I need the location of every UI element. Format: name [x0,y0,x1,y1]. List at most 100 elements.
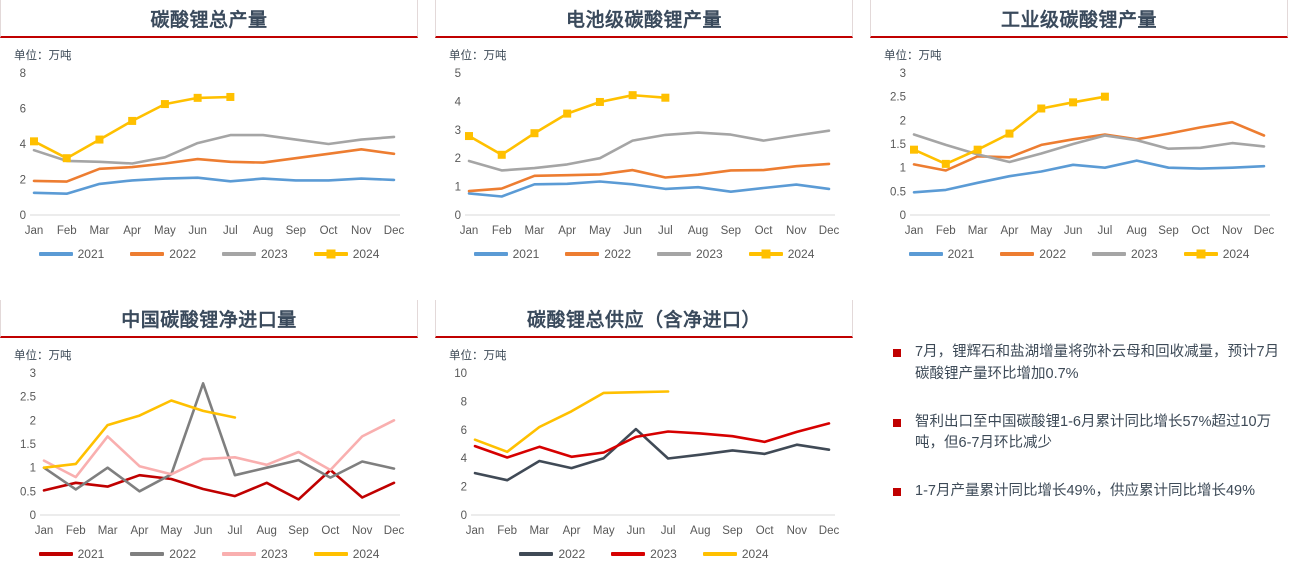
legend-item-2022[interactable]: 2022 [565,247,631,261]
x-axis-tick-label: Apr [131,525,149,537]
legend-item-2024[interactable]: 2024 [1183,247,1249,261]
x-axis-tick-label: Mar [98,525,118,537]
legend-color-swatch [38,252,73,256]
chart-legend: 2021 2022 2023 2024 [435,247,853,261]
x-axis-tick-label: Jun [627,525,646,537]
legend-item-2021[interactable]: 2021 [38,247,104,261]
legend-item-2023[interactable]: 2023 [222,547,288,561]
x-axis-tick-label: Nov [352,525,373,537]
chart-unit-label: 单位：万吨 [14,350,72,362]
x-axis-tick-label: Apr [1001,225,1019,237]
bullet-text: 1-7月产量累计同比增长49%，供应累计同比增长49% [915,483,1255,499]
legend-item-2021[interactable]: 2021 [473,247,539,261]
y-axis-tick-label: 6 [20,104,26,116]
legend-item-2023[interactable]: 2023 [1092,247,1158,261]
bullet-square-icon [893,349,901,357]
legend-item-2021[interactable]: 2021 [38,547,104,561]
series-marker-2024 [910,145,918,154]
legend-label: 2022 [169,547,196,561]
legend-label: 2022 [1039,247,1066,261]
x-axis-tick-label: Apr [563,525,581,537]
legend-marker-icon [1196,249,1206,259]
chart-plot-area: 0 2 4 6 8 Jan Feb Mar Apr May Jun Jul Aug Sep Oct Nov De… [0,67,418,245]
legend-marker-icon [326,249,336,259]
series-line-2024 [467,93,667,157]
x-axis-tick-label: Feb [66,525,86,537]
y-axis-tick-label: 0.5 [890,186,906,198]
chart-unit-label: 单位：万吨 [14,50,72,62]
legend-item-2021[interactable]: 2021 [908,247,975,261]
x-axis-tick-label: Mar [90,225,110,237]
y-axis-tick-label: 8 [20,68,26,80]
legend-label: 2022 [169,247,196,261]
x-axis-tick-label: Jan [35,525,54,537]
legend-color-swatch [1183,249,1218,259]
bullet-text: 7月，锂辉石和盐湖增量将弥补云母和回收减量，预计7月碳酸锂产量环比增加0.7% [915,344,1280,382]
legend-color-swatch [222,552,256,556]
x-axis-tick-label: Jul [1098,225,1113,237]
series-marker-2024 [128,116,137,125]
chart-unit-label: 单位：万吨 [449,350,507,362]
legend-label: 2023 [696,247,723,261]
x-axis-tick-label: Aug [256,525,276,537]
legend-color-swatch [657,252,691,256]
legend-label: 2022 [604,247,631,261]
series-line-2021 [467,180,831,198]
chart-panel-battery-grade-output: 电池级碳酸锂产量 单位：万吨 0 1 2 3 4 5 Jan Feb Mar Apr May Jun Jul… [435,0,853,261]
x-axis-tick-label: Oct [320,225,339,237]
chart-plot-area: 0 2 4 6 8 10 Jan Feb Mar Apr May Jun Jul Aug Sep Oct Nov… [435,367,853,545]
x-axis-tick-label: Sep [722,525,742,537]
legend-item-2023[interactable]: 2023 [657,247,723,261]
legend-color-swatch [313,249,348,259]
legend-label: 2024 [352,547,380,561]
y-axis-tick-label: 3 [455,125,461,137]
legend-item-2024[interactable]: 2024 [748,247,815,261]
legend-item-2024[interactable]: 2024 [313,247,380,261]
x-axis-tick-label: Sep [1158,225,1178,237]
legend-color-swatch [1000,252,1035,256]
legend-color-swatch [565,252,600,256]
x-axis-tick-label: May [154,225,176,237]
legend-label: 2021 [947,247,975,261]
x-axis-tick-label: May [1030,225,1052,237]
x-axis-tick-label: Nov [351,225,372,237]
legend-item-2024[interactable]: 2024 [313,547,380,561]
legend-item-2024[interactable]: 2024 [702,547,769,561]
series-line-2021 [912,159,1266,194]
legend-color-swatch [519,552,554,556]
x-axis-tick-label: Jun [188,225,207,237]
legend-color-swatch [313,552,348,556]
legend-item-2023[interactable]: 2023 [222,247,288,261]
legend-marker-icon [761,249,771,259]
x-axis-tick-label: Oct [755,225,774,237]
series-line-2024 [473,390,670,454]
x-axis-tick-label: Jun [623,225,642,237]
legend-item-2022[interactable]: 2022 [130,547,196,561]
legend-item-2022[interactable]: 2022 [519,547,585,561]
series-marker-2024 [95,135,104,144]
y-axis-tick-label: 10 [454,368,467,380]
legend-label: 2024 [787,247,815,261]
x-axis-tick-label: Dec [384,525,405,537]
legend-label: 2024 [352,247,380,261]
series-line-2022 [32,148,396,183]
chart-plot-area: 0 0.5 1 1.5 2 2.5 3 Jan Feb Mar Apr May Jun Jul Aug Sep… [0,367,418,545]
chart-legend: 2021 2022 2023 2024 [0,547,418,561]
legend-item-2022[interactable]: 2022 [1000,247,1066,261]
y-axis-tick-label: 4 [20,139,27,151]
x-axis-tick-label: Jun [1064,225,1083,237]
series-marker-2024 [563,109,572,118]
y-axis-tick-label: 3 [30,368,36,380]
legend-item-2023[interactable]: 2023 [611,547,677,561]
x-axis-tick-label: Sep [721,225,741,237]
x-axis-tick-label: Feb [936,225,956,237]
x-axis-tick-label: Oct [756,525,775,537]
x-axis-tick-label: Jul [228,525,243,537]
legend-label: 2023 [261,247,288,261]
series-line-2024 [32,95,232,160]
y-axis-tick-label: 2 [20,175,26,187]
series-marker-2024 [595,97,604,106]
y-axis-tick-label: 2 [900,115,906,127]
chart-unit-label: 单位：万吨 [449,50,507,62]
legend-item-2022[interactable]: 2022 [130,247,196,261]
